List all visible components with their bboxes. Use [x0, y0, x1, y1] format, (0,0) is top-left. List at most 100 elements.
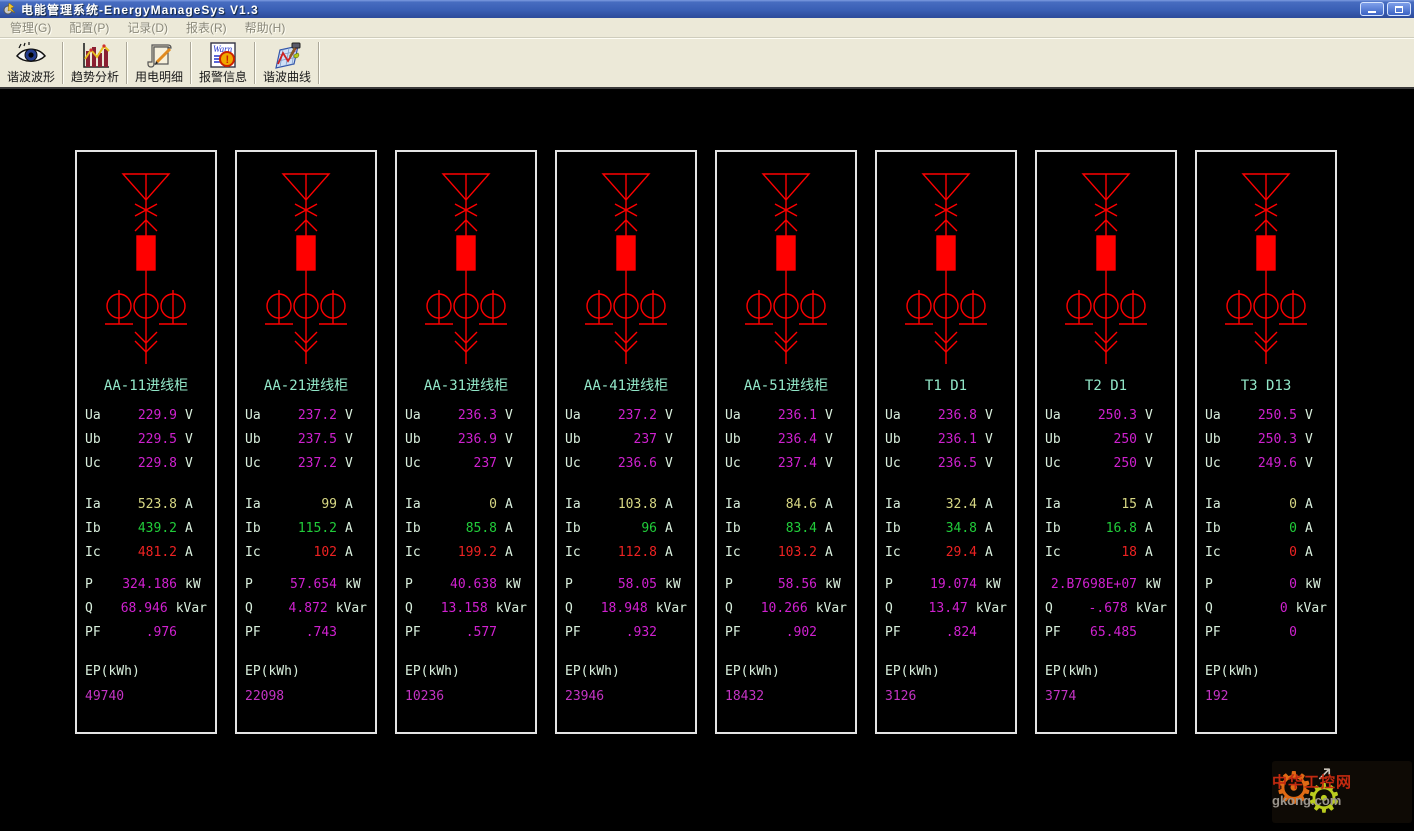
energy-label: EP(kWh) [245, 664, 300, 679]
measure-value: 237 [633, 432, 657, 447]
toolbar-button-alarm-info[interactable]: Warn! 报警信息 [192, 39, 254, 87]
measure-unit: kVar [1295, 601, 1327, 616]
measure-value: 29.4 [945, 545, 977, 560]
energy-value: 22098 [245, 689, 285, 704]
measure-value: 18 [1121, 545, 1137, 560]
measure-unit: V [345, 456, 353, 471]
measure-unit: kW [665, 577, 681, 592]
measure-unit [1297, 621, 1327, 645]
measure-unit: V [825, 456, 833, 471]
q-row: Q 4.872 kVar [245, 597, 367, 621]
voltage-group: Ua 250.3 V Ub 250 V Uc 250 V [1045, 404, 1167, 476]
energy-value: 3774 [1045, 689, 1077, 704]
power-group: P 58.56 kW Q 10.266 kVar PF .902 [725, 573, 847, 645]
measure-unit: V [185, 432, 193, 447]
maximize-button[interactable] [1387, 2, 1411, 16]
toolbar-button-harmonic-wave[interactable]: 谐波波形 [0, 39, 62, 87]
voltage-group: Ua 236.1 V Ub 236.4 V Uc 237.4 V [725, 404, 847, 476]
toolbar-button-trend-analysis[interactable]: 趋势分析 [64, 39, 126, 87]
energy-value: 3126 [885, 689, 917, 704]
measure-value: 4.872 [288, 601, 328, 616]
measure-value: .743 [305, 625, 337, 640]
measure-unit: A [345, 545, 353, 560]
menu-item-report[interactable]: 报表(R) [177, 17, 236, 38]
measure-unit: A [185, 545, 193, 560]
menu-item-help[interactable]: 帮助(H) [236, 17, 295, 38]
window-title: 电能管理系统-EnergyManageSys V1.3 [21, 2, 259, 17]
current-group: Ia 103.8 A Ib 96 A Ic 112.8 A [565, 493, 687, 565]
measure-unit: V [1145, 408, 1153, 423]
toolbar-button-harmonic-curve[interactable]: 谐波曲线 [256, 39, 318, 87]
measure-label: Ua [565, 408, 581, 423]
menu-item-config[interactable]: 配置(P) [60, 17, 118, 38]
measure-label: Q [85, 601, 93, 616]
minimize-button[interactable] [1360, 2, 1384, 16]
toolbar-button-power-detail[interactable]: 用电明细 [128, 39, 190, 87]
measure-unit: kW [345, 577, 361, 592]
uc-row: Uc 250 V [1045, 452, 1167, 476]
q-row: Q 13.47 kVar [885, 597, 1007, 621]
p-row: P 0 kW [1205, 573, 1327, 597]
feeder-panel: AA-31进线柜 Ua 236.3 V Ub 236.9 V Uc 237 V Ia 0 A Ib 85… [395, 150, 537, 734]
measure-label: Ia [85, 497, 101, 512]
titlebar[interactable]: 电能管理系统-EnergyManageSys V1.3 [0, 0, 1414, 18]
ic-row: Ic 102 A [245, 541, 367, 565]
ic-row: Ic 18 A [1045, 541, 1167, 565]
ub-row: Ub 229.5 V [85, 428, 207, 452]
measure-label: Ib [85, 521, 101, 536]
ic-row: Ic 0 A [1205, 541, 1327, 565]
measure-value: 237.4 [777, 456, 817, 471]
window-controls [1360, 2, 1411, 16]
single-line-diagram [105, 173, 187, 364]
measure-unit: A [985, 545, 993, 560]
q-row: Q 18.948 kVar [565, 597, 687, 621]
measure-value: 0 [1279, 601, 1288, 616]
measure-label: Ua [725, 408, 741, 423]
measure-label: Ib [565, 521, 581, 536]
uc-row: Uc 237.4 V [725, 452, 847, 476]
measure-unit: kVar [975, 601, 1007, 616]
energy-value: 49740 [85, 689, 125, 704]
measure-value: 115.2 [297, 521, 337, 536]
pf-row: PF .577 [405, 621, 527, 645]
ic-row: Ic 29.4 A [885, 541, 1007, 565]
measure-unit: V [665, 456, 673, 471]
energy-label: EP(kWh) [565, 664, 620, 679]
measure-label: Ub [85, 432, 101, 447]
ub-row: Ub 236.9 V [405, 428, 527, 452]
measure-unit: kW [1305, 577, 1321, 592]
measure-unit: kVar [655, 601, 687, 616]
pf-row: PF 65.485 [1045, 621, 1167, 645]
gkong-watermark: ↗ ⚙ ⚙ 中华工控网 gkong.com [1272, 761, 1412, 823]
panel-title: T2 D1 [1084, 378, 1128, 394]
menu-item-manage[interactable]: 管理(G) [1, 17, 60, 38]
measure-value: -.678 [1088, 601, 1128, 616]
measure-value: 0 [1289, 497, 1297, 512]
measure-unit: A [665, 521, 673, 536]
ib-row: Ib 96 A [565, 517, 687, 541]
measure-unit: V [665, 408, 673, 423]
measure-value: 0 [1289, 577, 1297, 592]
watermark-title: 中华工控网 [1272, 774, 1353, 791]
measure-value: 236.6 [617, 456, 657, 471]
toolbar-button-label: 报警信息 [198, 70, 247, 84]
ia-row: Ia 523.8 A [85, 493, 207, 517]
measure-unit: kW [985, 577, 1001, 592]
measure-unit: A [1305, 545, 1313, 560]
measure-label: P [565, 577, 573, 592]
ub-row: Ub 237 V [565, 428, 687, 452]
measure-label: Ib [1045, 521, 1061, 536]
p-row: P 58.56 kW [725, 573, 847, 597]
energy-group: EP(kWh) 192 [1205, 660, 1327, 709]
measure-label: Ua [1045, 408, 1061, 423]
measure-value: 13.158 [440, 601, 488, 616]
measure-unit: A [1145, 497, 1153, 512]
menu-item-record[interactable]: 记录(D) [118, 17, 177, 38]
ub-row: Ub 236.4 V [725, 428, 847, 452]
feeder-panel: AA-11进线柜 Ua 229.9 V Ub 229.5 V Uc 229.8 V Ia 523.… [75, 150, 217, 734]
measure-value: 2.B7698E+07 [1050, 577, 1137, 592]
voltage-group: Ua 237.2 V Ub 237 V Uc 236.6 V [565, 404, 687, 476]
single-line-diagram [265, 173, 347, 364]
measure-value: 237 [473, 456, 497, 471]
scroll-pencil-icon [144, 42, 174, 70]
